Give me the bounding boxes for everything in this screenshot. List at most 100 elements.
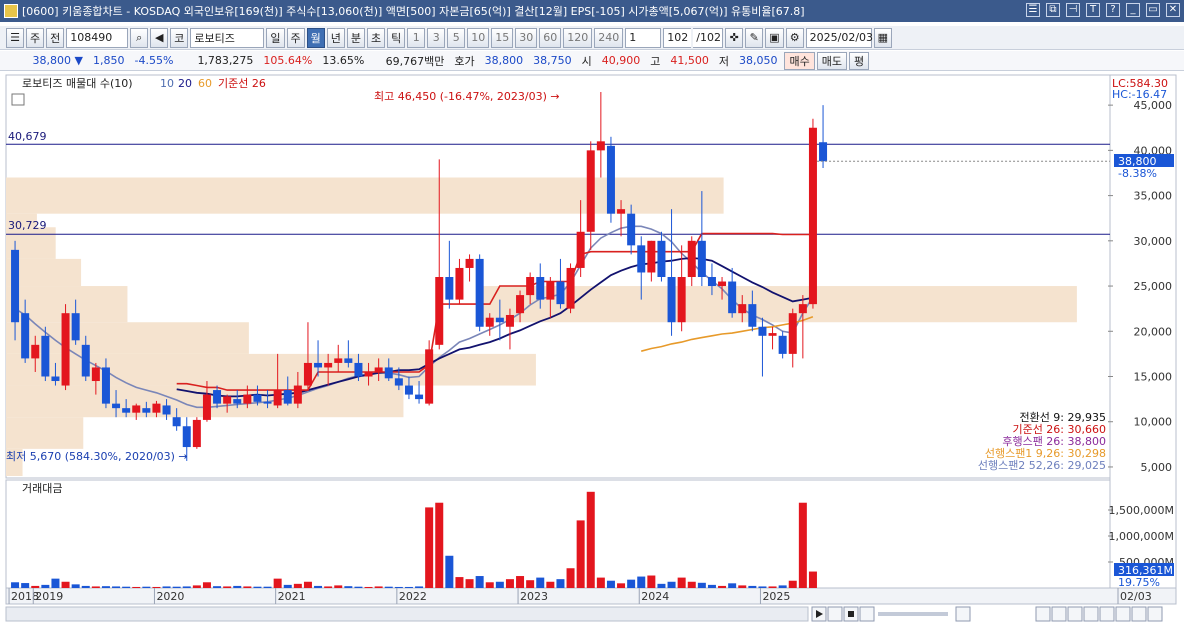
chart-area[interactable]: 45,000 40,000 35,000 30,000 25,000 20,000 15,0… — [0, 73, 1184, 631]
ask-price: 38,800 — [484, 54, 524, 67]
candle-body-69 — [707, 277, 716, 287]
tab-minute[interactable]: 분 — [346, 27, 365, 48]
candle-body-28 — [293, 385, 302, 404]
price-tick-label: 30,000 — [1134, 235, 1173, 248]
sell-button[interactable]: 매도 — [816, 51, 847, 70]
interval-input[interactable]: 1 — [625, 27, 662, 48]
panel-table-icon[interactable] — [11, 93, 25, 106]
search-icon[interactable]: ⌕ — [130, 27, 149, 48]
zoom-out-icon[interactable] — [1067, 606, 1083, 622]
volume-bar-72 — [738, 585, 747, 588]
candle-body-30 — [314, 362, 323, 368]
tab-tick[interactable]: 틱 — [387, 27, 406, 48]
draw-icon[interactable]: ✎ — [745, 27, 764, 48]
calendar-icon[interactable]: ▦ — [873, 27, 893, 48]
volume: 1,783,275 — [197, 54, 254, 67]
time-label: 2022 — [399, 590, 427, 603]
volume-bar-28 — [293, 583, 302, 588]
time-scrollbar[interactable] — [5, 606, 809, 622]
candle-body-7 — [81, 344, 90, 377]
candle-body-55 — [566, 267, 575, 309]
candle-body-12 — [132, 405, 141, 413]
candle-body-8 — [91, 367, 100, 382]
interval-1[interactable]: 1 — [407, 27, 426, 48]
tools-icon[interactable]: ✜ — [725, 27, 744, 48]
interval-5[interactable]: 5 — [447, 27, 466, 48]
price-tick-label: 5,000 — [1141, 461, 1173, 474]
speaker-icon[interactable]: ◀ — [150, 27, 169, 48]
chart-svg[interactable]: 45,00040,00035,00030,00025,00020,00015,0… — [0, 73, 1184, 631]
minimize-button[interactable]: _ — [1126, 3, 1140, 17]
page-input[interactable]: 102 — [663, 27, 692, 48]
font-up-icon[interactable] — [1147, 606, 1163, 622]
volume-bar-47 — [485, 582, 494, 588]
open-label: 시 — [581, 54, 592, 68]
gear-icon[interactable]: ⚙ — [785, 27, 804, 48]
zoom-in-icon[interactable] — [1051, 606, 1067, 622]
pin-icon[interactable]: ⊣ — [1066, 3, 1080, 17]
candle-body-32 — [334, 358, 343, 363]
tab-daily[interactable]: 일 — [266, 27, 285, 48]
volume-bar-6 — [71, 584, 80, 588]
volume-bar-7 — [81, 585, 90, 588]
name-prefix[interactable]: 코 — [170, 27, 189, 48]
candle-body-25 — [263, 401, 272, 404]
zoom-fit-icon[interactable] — [955, 606, 971, 622]
volume-bar-34 — [354, 586, 363, 588]
rewind-icon[interactable] — [827, 606, 843, 622]
playback-controls[interactable] — [811, 606, 1163, 622]
tab-weekly[interactable]: 주 — [286, 27, 305, 48]
interval-30[interactable]: 30 — [515, 27, 538, 48]
interval-120[interactable]: 120 — [563, 27, 593, 48]
candle-body-34 — [354, 362, 363, 377]
buy-button[interactable]: 매수 — [784, 51, 815, 70]
volume-bar-38 — [394, 586, 403, 588]
candle-body-29 — [303, 362, 312, 386]
link-icon[interactable]: ⧉ — [1046, 3, 1060, 17]
date-input[interactable]: 2025/02/03 — [805, 27, 873, 48]
low-label: 저 — [718, 54, 729, 68]
interval-15[interactable]: 15 — [491, 27, 514, 48]
save-icon[interactable]: ▣ — [765, 27, 784, 48]
volume-bar-68 — [697, 582, 706, 588]
interval-3[interactable]: 3 — [427, 27, 446, 48]
volume-bar-10 — [112, 586, 121, 588]
help-icon[interactable]: ? — [1106, 3, 1120, 17]
candle-body-71 — [728, 281, 737, 314]
candle-body-5 — [61, 313, 70, 386]
scroll-right-icon[interactable] — [1099, 606, 1115, 622]
candle-body-21 — [223, 396, 232, 404]
prefix-button[interactable]: 전 — [46, 27, 65, 48]
volume-bar-8 — [91, 586, 100, 588]
interval-10[interactable]: 10 — [467, 27, 490, 48]
font-down-icon[interactable] — [1131, 606, 1147, 622]
maximize-button[interactable]: ▭ — [1146, 3, 1160, 17]
zoom-box-icon[interactable] — [1035, 606, 1051, 622]
volume-bar-57 — [586, 491, 595, 588]
stock-code-input[interactable]: 108490 — [66, 27, 129, 48]
volume-bar-19 — [202, 582, 211, 588]
interval-60[interactable]: 60 — [539, 27, 562, 48]
eval-button[interactable]: 평 — [848, 51, 870, 70]
close-button[interactable]: ✕ — [1166, 3, 1180, 17]
tab-monthly[interactable]: 월 — [306, 27, 325, 48]
tab-second[interactable]: 초 — [367, 27, 386, 48]
candle-body-44 — [455, 267, 464, 300]
reset-icon[interactable] — [1115, 606, 1131, 622]
stock-name-input[interactable]: 로보티즈 — [190, 27, 265, 48]
menu-grid-icon[interactable]: ☰ — [6, 27, 24, 48]
volume-bar-48 — [495, 581, 504, 588]
market-select[interactable]: 주 — [26, 27, 45, 48]
volume-bar-36 — [374, 586, 383, 588]
text-icon[interactable]: T — [1086, 3, 1100, 17]
candle-body-66 — [677, 277, 686, 323]
tab-yearly[interactable]: 년 — [326, 27, 345, 48]
volume-bar-52 — [536, 577, 545, 588]
volume-bar-26 — [273, 578, 282, 588]
speed-slider[interactable] — [878, 612, 948, 616]
scroll-left-icon[interactable] — [1083, 606, 1099, 622]
forward-icon[interactable] — [859, 606, 875, 622]
menu-icon[interactable]: ☰ — [1026, 3, 1040, 17]
interval-240[interactable]: 240 — [594, 27, 624, 48]
volume-bar-30 — [314, 585, 323, 588]
